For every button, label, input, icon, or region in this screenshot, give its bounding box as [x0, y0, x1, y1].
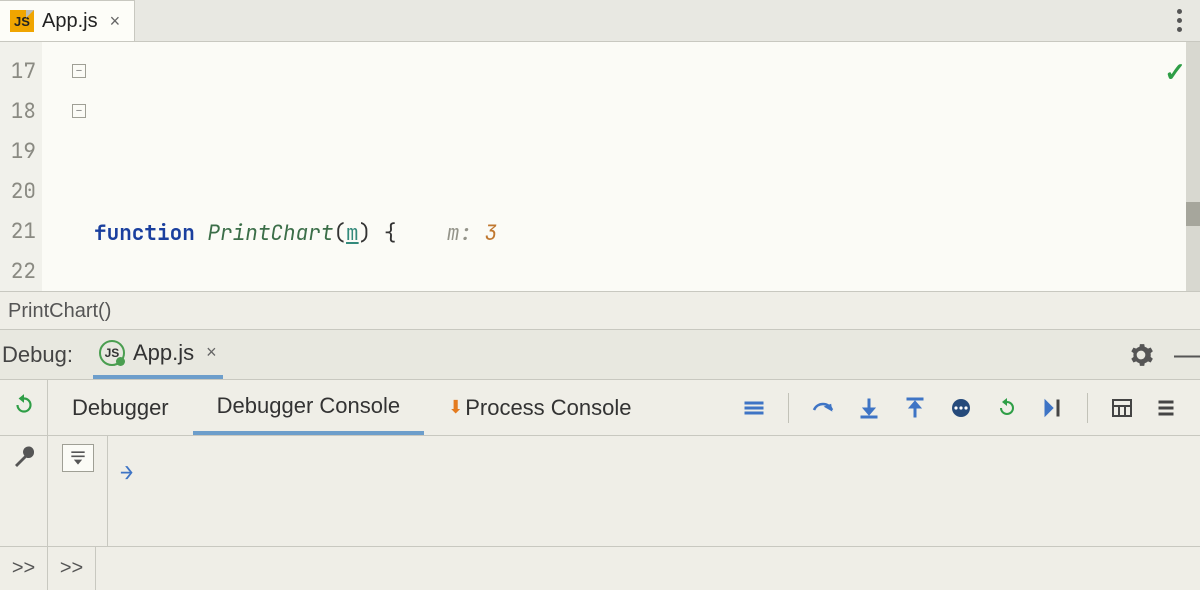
tab-debugger-console[interactable]: Debugger Console — [193, 380, 424, 435]
evaluate-expression-icon[interactable] — [1110, 396, 1134, 420]
file-tab-label: App.js — [42, 10, 98, 33]
console-input[interactable]: → — [108, 436, 1200, 546]
threads-icon[interactable] — [742, 396, 766, 420]
status-bar: >> >> — [0, 546, 1200, 590]
close-icon[interactable]: × — [106, 11, 121, 32]
prompt-arrow-icon: → — [120, 458, 133, 487]
fold-toggle-icon[interactable]: − — [72, 64, 86, 78]
step-into-icon[interactable] — [857, 396, 881, 420]
debug-tool-window-header: Debug: JS App.js × — — [0, 330, 1200, 380]
step-over-icon[interactable] — [811, 396, 835, 420]
line-number: 20 — [0, 172, 42, 212]
debug-toolbar — [742, 393, 1200, 423]
line-number: 21 — [0, 212, 42, 252]
resume-icon[interactable] — [995, 396, 1019, 420]
line-number: 19 — [0, 132, 42, 172]
download-dot-icon: ⬇ — [448, 397, 463, 418]
breadcrumb[interactable]: PrintChart() — [0, 292, 1200, 330]
close-icon[interactable]: × — [202, 342, 217, 363]
editor-scrollbar[interactable] — [1186, 42, 1200, 291]
console-panel: → — [0, 436, 1200, 546]
wrench-icon[interactable] — [12, 446, 36, 477]
file-tab-appjs[interactable]: JS App.js × — [0, 0, 135, 41]
code-editor[interactable]: 17 18 19 20 21 22 − − ✓ function PrintCh… — [0, 42, 1200, 292]
gear-icon[interactable] — [1128, 342, 1154, 368]
code-line[interactable]: function PrintChart(m) { m: 3 — [94, 214, 1200, 254]
scroll-to-end-icon[interactable] — [62, 444, 94, 472]
fold-toggle-icon[interactable]: − — [72, 104, 86, 118]
run-to-cursor-group-icon[interactable] — [949, 396, 973, 420]
line-number: 18 — [0, 92, 42, 132]
debug-label: Debug: — [2, 342, 73, 368]
more-tool-windows-icon[interactable]: >> — [0, 547, 48, 590]
console-gutter — [48, 436, 108, 546]
editor-tab-bar: JS App.js × — [0, 0, 1200, 42]
more-tool-windows-icon[interactable]: >> — [48, 547, 96, 590]
step-out-icon[interactable] — [903, 396, 927, 420]
tab-debugger[interactable]: Debugger — [48, 380, 193, 435]
js-file-icon: JS — [10, 10, 34, 32]
debug-session-label: App.js — [133, 340, 194, 366]
debug-left-toolbar-2 — [0, 436, 48, 546]
debugger-panel-header: Debugger Debugger Console ⬇Process Conso… — [0, 380, 1200, 436]
kebab-menu-icon[interactable] — [1158, 0, 1200, 41]
line-number: 17 — [0, 52, 42, 92]
debug-session-tab[interactable]: JS App.js × — [93, 330, 223, 379]
no-problems-icon[interactable]: ✓ — [1164, 54, 1186, 89]
run-to-cursor-icon[interactable] — [1041, 396, 1065, 420]
debug-left-toolbar — [0, 380, 48, 435]
tab-process-console[interactable]: ⬇Process Console — [424, 380, 655, 435]
fold-gutter: − − — [42, 42, 94, 291]
line-number-gutter: 17 18 19 20 21 22 — [0, 42, 42, 291]
minimize-icon[interactable]: — — [1174, 345, 1200, 365]
rerun-icon[interactable] — [11, 392, 37, 424]
more-debug-icon[interactable] — [1156, 396, 1180, 420]
code-area[interactable]: ✓ function PrintChart(m) { m: 3 for (let… — [94, 42, 1200, 291]
nodejs-run-icon: JS — [99, 340, 125, 366]
line-number: 22 — [0, 252, 42, 292]
